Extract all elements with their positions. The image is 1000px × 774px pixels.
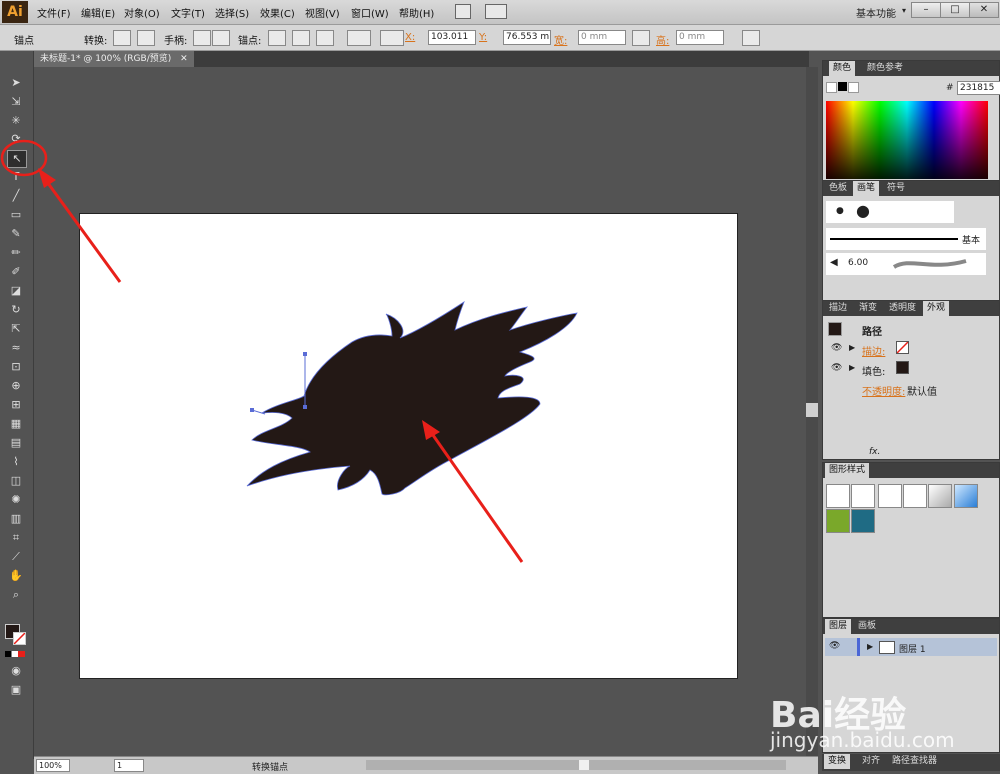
bezier-handle-point[interactable] [303, 352, 307, 356]
annotation-arrow-tool [40, 174, 122, 283]
hex-label: # [946, 83, 954, 93]
tab-align[interactable]: 对齐 [858, 754, 884, 769]
tab-layers[interactable]: 图层 [825, 619, 852, 634]
status-bar: 100% 1 转换锚点 [34, 756, 818, 774]
tab-brushes[interactable]: 画笔 [853, 181, 880, 196]
stroke-visibility-icon[interactable]: 👁 [831, 343, 842, 353]
graphic-styles-tabs: 图形样式 [823, 463, 999, 478]
tab-pathfinder[interactable]: 路径查找器 [888, 754, 941, 769]
horizontal-scrollbar[interactable] [366, 760, 786, 770]
style-white[interactable] [878, 484, 902, 508]
stroke-none-swatch[interactable] [896, 341, 909, 354]
style-blue[interactable] [954, 484, 978, 508]
brush-dot-large[interactable]: ● [856, 201, 870, 220]
fill-expand-icon[interactable]: ▶ [849, 363, 855, 372]
path-label: 路径 [862, 327, 882, 338]
watermark-url: jingyan.baidu.com [770, 728, 955, 752]
color-spectrum[interactable] [826, 101, 988, 179]
hex-field[interactable]: 231815 [957, 81, 1000, 95]
white-swatch[interactable] [848, 82, 859, 93]
stroke-expand-icon[interactable]: ▶ [849, 343, 855, 352]
tab-artboards[interactable]: 画板 [854, 619, 880, 634]
basic-brush-row[interactable]: 基本 [826, 228, 986, 250]
brush-panel-tabs: 色板 画笔 符号 [823, 181, 999, 196]
stroke-label[interactable]: 描边: [862, 343, 885, 358]
style-green-pattern[interactable] [826, 509, 850, 533]
fill-visibility-icon[interactable]: 👁 [831, 363, 842, 373]
path-thumbnail [828, 322, 842, 336]
basic-brush-line [830, 238, 958, 240]
brush-panel: 色板 画笔 符号 ● ● 基本 ◀ 6.00 [822, 180, 1000, 302]
tab-stroke[interactable]: 描边 [825, 301, 851, 316]
fill-label[interactable]: 填色: [862, 363, 885, 378]
brush-speaker-icon: ◀ [830, 257, 838, 268]
brush-size-value: 6.00 [848, 258, 869, 268]
vertical-scroll-thumb[interactable] [806, 403, 818, 417]
none-swatch[interactable] [826, 82, 837, 93]
black-swatch[interactable] [838, 82, 847, 91]
graphic-styles-panel: 图形样式 [822, 462, 1000, 618]
style-none[interactable] [903, 484, 927, 508]
fill-color-swatch[interactable] [896, 361, 909, 374]
panel-dock: 颜色 颜色参考 # 231815 色板 画笔 符号 ● ● 基本 ◀ 6.00 [820, 51, 1000, 773]
tab-color[interactable]: 颜色 [829, 61, 856, 76]
basic-brush-label: 基本 [962, 236, 981, 246]
tab-transparency[interactable]: 透明度 [885, 301, 920, 316]
style-default[interactable] [826, 484, 850, 508]
tab-graphic-styles[interactable]: 图形样式 [825, 463, 870, 478]
style-gray[interactable] [928, 484, 952, 508]
appearance-panel: 描边 渐变 透明度 外观 路径 👁 ▶ 描边: 👁 ▶ 填色: 不透明度: 默认… [822, 300, 1000, 460]
color-panel: 颜色 颜色参考 # 231815 [822, 60, 1000, 184]
tab-color-guide[interactable]: 颜色参考 [863, 61, 907, 76]
bezier-handle-point[interactable] [303, 405, 307, 409]
style-default-2[interactable] [851, 484, 875, 508]
style-teal-pattern[interactable] [851, 509, 875, 533]
black-blob-shape[interactable] [246, 300, 578, 496]
brush-size-row[interactable]: ◀ 6.00 [826, 253, 986, 275]
annotation-arrow-shape [426, 427, 524, 563]
horizontal-scroll-thumb[interactable] [579, 760, 589, 770]
bezier-handle-point[interactable] [250, 408, 254, 412]
fx-button[interactable]: fx. [869, 447, 880, 457]
layer-row[interactable]: 👁 ▶ 图层 1 [825, 638, 997, 656]
color-panel-tabs: 颜色 颜色参考 [823, 61, 999, 76]
brush-stroke-preview [892, 259, 967, 269]
current-tool-status: 转换锚点 [252, 763, 289, 773]
tab-swatches[interactable]: 色板 [825, 181, 851, 196]
layer-name[interactable]: 图层 1 [899, 642, 926, 655]
layer-expand-icon[interactable]: ▶ [867, 642, 873, 651]
zoom-field[interactable]: 100% [36, 759, 70, 772]
opacity-label[interactable]: 不透明度: [862, 383, 905, 398]
layer-visibility-icon[interactable]: 👁 [829, 641, 840, 651]
tab-transform[interactable]: 变换 [824, 754, 851, 769]
layer-thumbnail [879, 641, 895, 654]
brush-thumbnails[interactable]: ● ● [826, 201, 954, 223]
annotation-arrowhead [38, 168, 56, 188]
appearance-panel-tabs: 描边 渐变 透明度 外观 [823, 301, 999, 316]
opacity-value: 默认值 [907, 387, 937, 398]
tab-appearance[interactable]: 外观 [923, 301, 950, 316]
transform-panel-tabs: 变换 对齐 路径查找器 [822, 754, 1000, 771]
layers-tabs: 图层 画板 [823, 619, 999, 634]
artboard-number-field[interactable]: 1 [114, 759, 144, 772]
layer-color-bar [857, 638, 860, 656]
tab-gradient[interactable]: 渐变 [855, 301, 881, 316]
brush-dot-small[interactable]: ● [836, 206, 844, 216]
tab-symbols[interactable]: 符号 [883, 181, 909, 196]
